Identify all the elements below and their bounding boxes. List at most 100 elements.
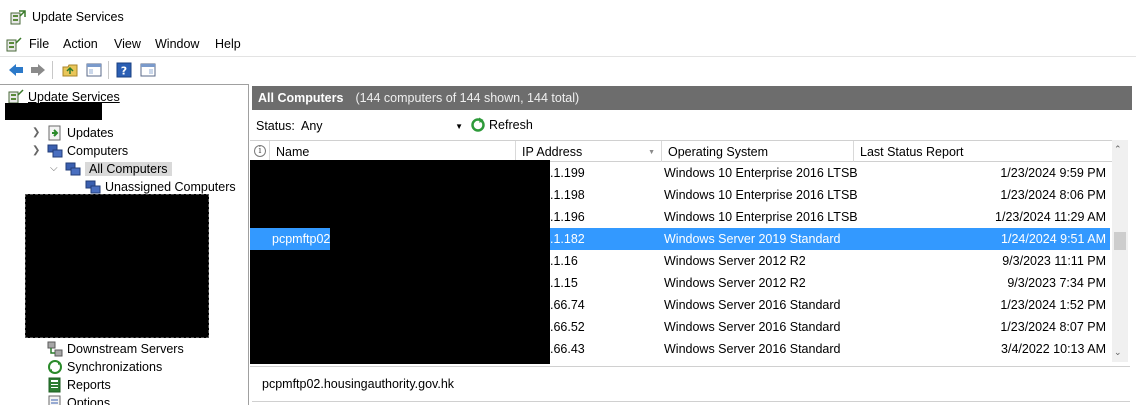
tree-node-synchronizations[interactable]: Synchronizations — [47, 358, 162, 376]
selected-fqdn: pcpmftp02.housingauthority.gov.hk — [262, 377, 455, 391]
forward-icon[interactable] — [28, 60, 48, 80]
chevron-right-icon[interactable]: ❯ — [32, 145, 40, 156]
cell-ip-address: .66.52 — [550, 320, 585, 334]
reports-icon — [47, 377, 63, 393]
column-name-label: Name — [276, 144, 310, 159]
back-icon[interactable] — [6, 60, 26, 80]
column-ip-label: IP Address — [522, 144, 583, 159]
menu-bar: File Action View Window Help — [0, 34, 1136, 56]
cell-ip-address: .1.182 — [550, 232, 585, 246]
options-icon — [47, 395, 63, 405]
tree-node-downstream-servers[interactable]: Downstream Servers — [47, 340, 184, 358]
tree-node-computers[interactable]: Computers — [47, 142, 128, 160]
cell-operating-system: Windows Server 2012 R2 — [664, 254, 806, 268]
cell-ip-address: .1.196 — [550, 210, 585, 224]
cell-operating-system: Windows Server 2016 Standard — [664, 320, 841, 334]
cell-last-status-report: 1/24/2024 9:51 AM — [1001, 232, 1106, 246]
results-pane: All Computers (144 computers of 144 show… — [250, 84, 1136, 405]
update-services-icon — [10, 10, 26, 26]
cell-ip-address: .1.16 — [550, 254, 578, 268]
redacted-ip-prefix — [518, 160, 550, 364]
computer-group-icon — [85, 179, 101, 195]
cell-last-status-report: 1/23/2024 1:52 PM — [1000, 298, 1106, 312]
cell-last-status-report: 3/4/2022 10:13 AM — [1001, 342, 1106, 356]
computers-icon — [47, 143, 63, 159]
cell-operating-system: Windows Server 2019 Standard — [664, 232, 841, 246]
up-folder-icon[interactable] — [60, 60, 80, 80]
toolbar-separator — [108, 61, 109, 79]
tree-node-updates[interactable]: Updates — [47, 124, 114, 142]
cell-last-status-report: 1/23/2024 11:29 AM — [995, 210, 1106, 224]
vertical-scrollbar[interactable]: ⌃ ⌄ — [1112, 140, 1128, 362]
tree-label-unassigned: Unassigned Computers — [105, 180, 236, 194]
redacted-names-region — [250, 160, 550, 364]
cell-operating-system: Windows 10 Enterprise 2016 LTSB — [664, 210, 858, 224]
console-pane-icon[interactable] — [138, 60, 158, 80]
selected-row-name-cell[interactable]: pcpmftp02 — [250, 228, 330, 250]
synchronizations-icon — [47, 359, 63, 375]
cell-last-status-report: 9/3/2023 11:11 PM — [1002, 254, 1106, 268]
downstream-servers-icon — [47, 341, 63, 357]
cell-operating-system: Windows 10 Enterprise 2016 LTSB — [664, 166, 858, 180]
scroll-up-icon[interactable]: ⌃ — [1114, 144, 1122, 155]
sort-arrow-icon: ▼ — [648, 149, 655, 156]
chevron-down-icon[interactable]: ⌵ — [50, 163, 58, 174]
help-icon[interactable]: ? — [114, 60, 134, 80]
menu-view[interactable]: View — [114, 37, 141, 51]
status-dropdown[interactable]: Any ▼ — [294, 115, 466, 137]
cell-operating-system: Windows Server 2012 R2 — [664, 276, 806, 290]
menu-action[interactable]: Action — [63, 37, 98, 51]
tree-label-updates: Updates — [67, 126, 114, 140]
column-last-status-report[interactable]: Last Status Report — [854, 141, 1110, 162]
computer-group-icon — [65, 161, 81, 177]
details-pane: pcpmftp02.housingauthority.gov.hk — [250, 366, 1130, 402]
tree-label-reports: Reports — [67, 378, 111, 392]
cell-ip-address: .1.15 — [550, 276, 578, 290]
cell-last-status-report: 1/23/2024 8:06 PM — [1000, 188, 1106, 202]
toolbar: ? — [0, 56, 1136, 82]
redacted-server-name — [5, 103, 102, 120]
column-report-label: Last Status Report — [860, 144, 964, 159]
show-hide-tree-icon[interactable] — [84, 60, 104, 80]
menu-help[interactable]: Help — [215, 37, 241, 51]
redacted-tree-region — [25, 194, 209, 338]
scroll-thumb[interactable] — [1114, 232, 1126, 250]
scroll-down-icon[interactable]: ⌄ — [1114, 347, 1122, 358]
details-divider — [252, 401, 1130, 402]
refresh-icon — [470, 117, 486, 133]
tree-label-options: Options — [67, 396, 111, 405]
svg-text:?: ? — [121, 65, 127, 78]
tree-label-downstream: Downstream Servers — [67, 342, 184, 356]
column-os-label: Operating System — [668, 144, 769, 159]
cell-last-status-report: 1/23/2024 9:59 PM — [1000, 166, 1106, 180]
cell-operating-system: Windows Server 2016 Standard — [664, 298, 841, 312]
menu-window[interactable]: Window — [155, 37, 199, 51]
menu-file[interactable]: File — [29, 37, 49, 51]
column-info[interactable]: i — [250, 141, 270, 162]
selected-computer-name: pcpmftp02 — [272, 232, 331, 246]
chevron-right-icon[interactable]: ❯ — [32, 127, 40, 138]
tree-node-options[interactable]: Options — [47, 394, 110, 405]
column-name[interactable]: Name — [270, 141, 516, 162]
window-title: Update Services — [32, 10, 124, 24]
title-bar: Update Services — [0, 0, 1136, 34]
refresh-label: Refresh — [489, 118, 533, 132]
console-tree: Update Services ❯ Updates ❯ Computers ⌵ … — [0, 84, 249, 405]
tree-label-all-computers: All Computers — [85, 162, 172, 176]
redacted-names-region — [250, 160, 268, 364]
computers-grid: i Name IP Address ▼ Operating System Las… — [250, 140, 1112, 364]
console-menu-icon[interactable] — [6, 37, 22, 53]
toolbar-separator — [52, 61, 53, 79]
dropdown-arrow-icon: ▼ — [455, 122, 463, 131]
column-operating-system[interactable]: Operating System — [662, 141, 854, 162]
info-icon: i — [254, 145, 266, 157]
tree-node-all-computers[interactable]: All Computers — [65, 160, 172, 178]
cell-operating-system: Windows 10 Enterprise 2016 LTSB — [664, 188, 858, 202]
tree-label-synchronizations: Synchronizations — [67, 360, 163, 374]
refresh-button[interactable]: Refresh — [470, 117, 533, 133]
cell-ip-address: .1.198 — [550, 188, 585, 202]
tree-node-reports[interactable]: Reports — [47, 376, 111, 394]
grid-header: i Name IP Address ▼ Operating System Las… — [250, 140, 1112, 162]
column-ip-address[interactable]: IP Address ▼ — [516, 141, 662, 162]
filter-row: Status: Any ▼ Refresh — [256, 115, 556, 137]
